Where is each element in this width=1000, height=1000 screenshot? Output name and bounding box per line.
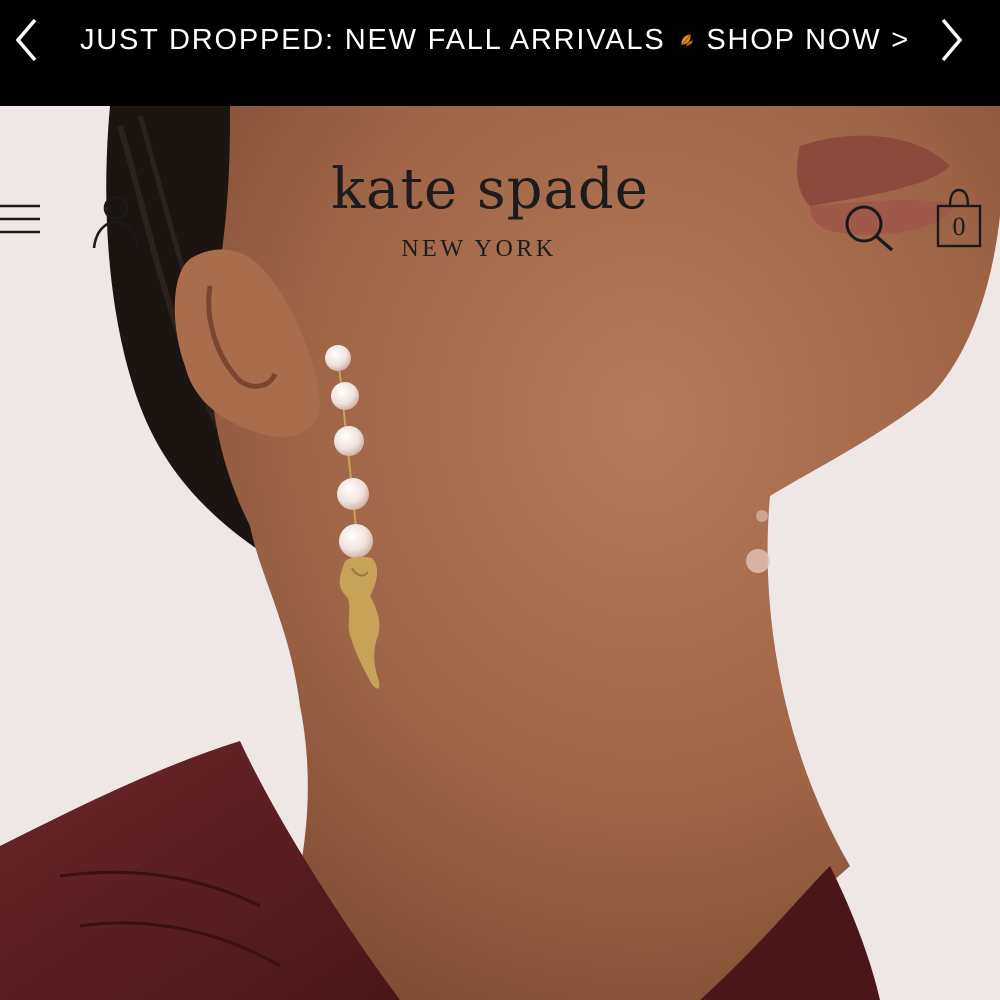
banner-prev-button[interactable]	[2, 10, 52, 70]
account-icon	[92, 195, 140, 249]
bag-count: 0	[952, 212, 966, 241]
brand-name: kate spade	[331, 157, 649, 222]
account-button[interactable]	[90, 192, 142, 250]
promo-link[interactable]: JUST DROPPED: NEW FALL ARRIVALS SHOP NOW…	[80, 18, 910, 62]
site-header: kate spade NEW YORK 0	[0, 106, 1000, 296]
promo-banner: JUST DROPPED: NEW FALL ARRIVALS SHOP NOW…	[0, 0, 1000, 106]
chevron-right-icon	[941, 18, 963, 62]
brand-location: NEW YORK	[401, 236, 557, 262]
hamburger-menu-icon	[0, 204, 40, 234]
chevron-left-icon	[15, 18, 37, 62]
shopping-bag-button[interactable]: 0	[932, 188, 986, 250]
search-icon	[845, 205, 894, 252]
banner-next-button[interactable]	[926, 10, 976, 70]
menu-button[interactable]	[0, 198, 44, 242]
shop-now-link[interactable]: SHOP NOW >	[706, 24, 910, 57]
promo-text: JUST DROPPED: NEW FALL ARRIVALS	[80, 23, 666, 56]
brand-logo[interactable]: kate spade NEW YORK	[300, 158, 680, 263]
autumn-leaf-icon	[681, 34, 694, 46]
search-button[interactable]	[840, 202, 898, 254]
